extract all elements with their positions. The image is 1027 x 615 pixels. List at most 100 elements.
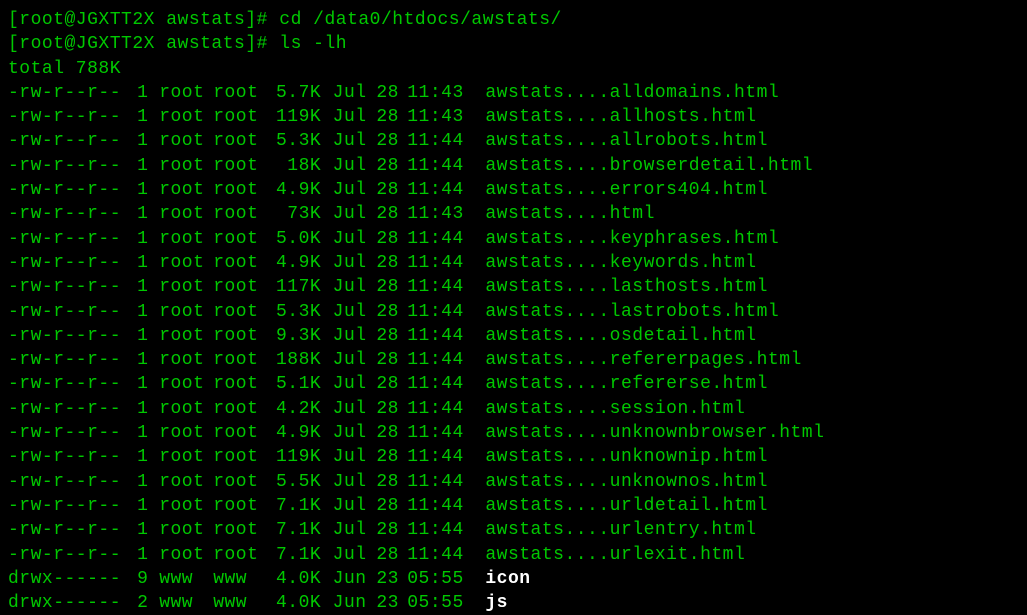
day: 23 — [367, 567, 399, 591]
file-name: awstats....urlentry.html — [485, 518, 756, 542]
file-name: awstats....refererpages.html — [485, 348, 801, 372]
owner: root — [159, 202, 213, 226]
prompt-1-userhost: [root@JGXTT2X awstats]# — [8, 10, 268, 30]
file-name: awstats....allrobots.html — [485, 129, 768, 153]
month: Jul — [323, 494, 366, 518]
link-count: 1 — [127, 494, 149, 518]
month: Jul — [323, 129, 366, 153]
file-entry: -rw-r--r--1rootroot117KJul2811:44awstats… — [8, 275, 1027, 299]
day: 28 — [367, 397, 399, 421]
group: root — [213, 397, 267, 421]
size: 4.2K — [267, 397, 321, 421]
permissions: -rw-r--r-- — [8, 275, 127, 299]
file-name: awstats....allhosts.html — [485, 105, 756, 129]
size: 73K — [267, 202, 321, 226]
ls-output: -rw-r--r--1rootroot5.7KJul2811:43awstats… — [8, 81, 1027, 615]
prompt-2-userhost: [root@JGXTT2X awstats]# — [8, 34, 268, 54]
file-name: awstats....session.html — [485, 397, 745, 421]
file-entry: drwx------9wwwwww4.0KJun2305:55icon — [8, 567, 1027, 591]
permissions: drwx------ — [8, 591, 127, 615]
owner: root — [159, 397, 213, 421]
owner: root — [159, 421, 213, 445]
time: 11:44 — [399, 324, 464, 348]
link-count: 1 — [127, 348, 149, 372]
group: root — [213, 227, 267, 251]
group: root — [213, 543, 267, 567]
day: 28 — [367, 275, 399, 299]
day: 28 — [367, 202, 399, 226]
owner: root — [159, 275, 213, 299]
day: 28 — [367, 421, 399, 445]
time: 11:44 — [399, 154, 464, 178]
size: 117K — [267, 275, 321, 299]
size: 119K — [267, 105, 321, 129]
time: 11:44 — [399, 421, 464, 445]
day: 28 — [367, 300, 399, 324]
link-count: 1 — [127, 300, 149, 324]
size: 4.0K — [267, 567, 321, 591]
file-entry: -rw-r--r--1rootroot9.3KJul2811:44awstats… — [8, 324, 1027, 348]
file-entry: -rw-r--r--1rootroot73KJul2811:43awstats.… — [8, 202, 1027, 226]
group: root — [213, 81, 267, 105]
month: Jul — [323, 372, 366, 396]
permissions: -rw-r--r-- — [8, 227, 127, 251]
link-count: 1 — [127, 275, 149, 299]
file-name: awstats....urlexit.html — [485, 543, 745, 567]
link-count: 9 — [127, 567, 149, 591]
time: 11:44 — [399, 275, 464, 299]
file-entry: -rw-r--r--1rootroot5.5KJul2811:44awstats… — [8, 470, 1027, 494]
month: Jul — [323, 324, 366, 348]
link-count: 1 — [127, 397, 149, 421]
prompt-line-2: [root@JGXTT2X awstats]# ls -lh — [8, 32, 1027, 56]
size: 7.1K — [267, 543, 321, 567]
file-entry: -rw-r--r--1rootroot18KJul2811:44awstats.… — [8, 154, 1027, 178]
link-count: 1 — [127, 251, 149, 275]
owner: root — [159, 518, 213, 542]
file-entry: -rw-r--r--1rootroot5.3KJul2811:44awstats… — [8, 129, 1027, 153]
prompt-1-command[interactable]: cd /data0/htdocs/awstats/ — [279, 10, 562, 30]
owner: www — [159, 591, 213, 615]
day: 28 — [367, 251, 399, 275]
permissions: -rw-r--r-- — [8, 178, 127, 202]
file-entry: -rw-r--r--1rootroot4.9KJul2811:44awstats… — [8, 178, 1027, 202]
permissions: -rw-r--r-- — [8, 154, 127, 178]
file-entry: -rw-r--r--1rootroot5.3KJul2811:44awstats… — [8, 300, 1027, 324]
file-name: awstats....keywords.html — [485, 251, 756, 275]
file-entry: drwx------2wwwwww4.0KJun2305:55js — [8, 591, 1027, 615]
size: 4.9K — [267, 251, 321, 275]
group: root — [213, 178, 267, 202]
time: 11:43 — [399, 81, 464, 105]
link-count: 1 — [127, 202, 149, 226]
link-count: 1 — [127, 324, 149, 348]
owner: root — [159, 81, 213, 105]
size: 119K — [267, 445, 321, 469]
time: 11:44 — [399, 251, 464, 275]
owner: root — [159, 251, 213, 275]
file-name: awstats....urldetail.html — [485, 494, 768, 518]
file-name: awstats....unknownip.html — [485, 445, 768, 469]
file-name: awstats....alldomains.html — [485, 81, 779, 105]
time: 11:44 — [399, 397, 464, 421]
time: 11:44 — [399, 445, 464, 469]
group: root — [213, 494, 267, 518]
size: 4.9K — [267, 421, 321, 445]
group: root — [213, 348, 267, 372]
month: Jul — [323, 397, 366, 421]
directory-name: icon — [485, 567, 530, 591]
month: Jul — [323, 105, 366, 129]
permissions: -rw-r--r-- — [8, 129, 127, 153]
day: 28 — [367, 518, 399, 542]
day: 28 — [367, 494, 399, 518]
month: Jul — [323, 227, 366, 251]
time: 11:44 — [399, 300, 464, 324]
size: 5.3K — [267, 129, 321, 153]
file-entry: -rw-r--r--1rootroot119KJul2811:44awstats… — [8, 445, 1027, 469]
link-count: 1 — [127, 445, 149, 469]
day: 28 — [367, 154, 399, 178]
prompt-2-command[interactable]: ls -lh — [279, 34, 347, 54]
size: 188K — [267, 348, 321, 372]
month: Jul — [323, 421, 366, 445]
permissions: -rw-r--r-- — [8, 445, 127, 469]
day: 28 — [367, 348, 399, 372]
group: root — [213, 105, 267, 129]
